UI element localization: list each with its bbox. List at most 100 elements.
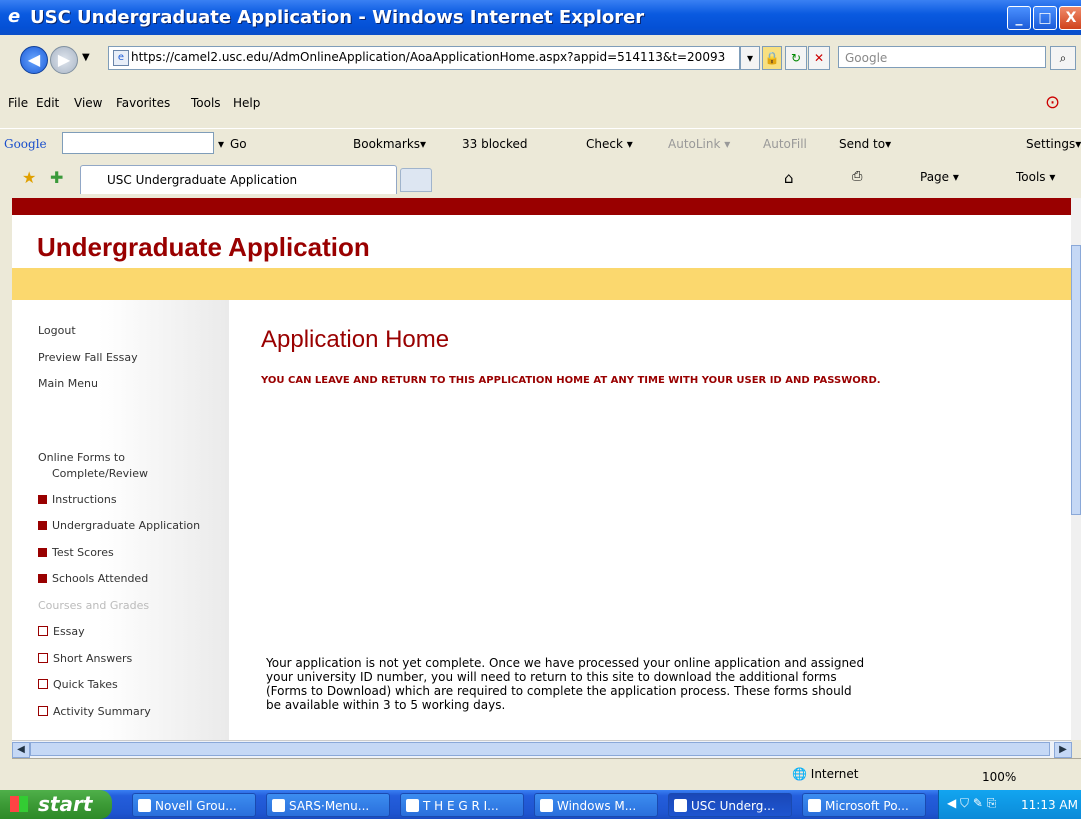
sidebar-item-instructions[interactable]: Instructions: [38, 493, 117, 506]
taskbar-label: Novell Grou...: [155, 799, 237, 813]
taskbar-label: USC Underg...: [691, 799, 775, 813]
sidebar-item-label: Essay: [53, 625, 85, 638]
site-header: Undergraduate Application: [37, 232, 370, 262]
top-red-band: [12, 198, 1071, 215]
autolink-button[interactable]: AutoLink ▾: [668, 137, 730, 151]
incomplete-message: Your application is not yet complete. On…: [266, 656, 865, 712]
menu-tools[interactable]: Tools: [191, 96, 221, 110]
taskbar-microsoft-powerpoint[interactable]: Microsoft Po...: [802, 793, 926, 817]
refresh-button[interactable]: ↻: [785, 46, 807, 70]
back-button[interactable]: ◀: [20, 46, 48, 74]
browser-window: e USC Undergraduate Application - Window…: [0, 0, 1081, 790]
logout-link[interactable]: Logout: [38, 324, 76, 337]
menu-view[interactable]: View: [74, 96, 102, 110]
menu-favorites[interactable]: Favorites: [116, 96, 170, 110]
scroll-right-button[interactable]: ▶: [1054, 742, 1072, 758]
pdf-icon[interactable]: ⊙: [1045, 92, 1060, 113]
clock: 11:13 AM: [1021, 798, 1078, 812]
media-icon: [540, 799, 553, 812]
page-icon: e: [113, 50, 129, 66]
sidebar-item-activity-summary[interactable]: Activity Summary: [38, 705, 151, 718]
return-notice: YOU CAN LEAVE AND RETURN TO THIS APPLICA…: [261, 375, 881, 386]
taskbar-label: Windows M...: [557, 799, 637, 813]
vertical-scroll-thumb[interactable]: [1071, 245, 1081, 515]
powerpoint-icon: [808, 799, 821, 812]
sidebar-item-short-answers[interactable]: Short Answers: [38, 652, 132, 665]
print-icon[interactable]: ⎙: [852, 169, 862, 184]
taskbar-novell[interactable]: Novell Grou...: [132, 793, 256, 817]
menu-edit[interactable]: Edit: [36, 96, 59, 110]
sidebar-item-quick-takes[interactable]: Quick Takes: [38, 678, 118, 691]
globe-icon: 🌐: [792, 767, 807, 781]
start-button[interactable]: start: [0, 790, 112, 819]
google-go-button[interactable]: Go: [230, 137, 247, 151]
autofill-button[interactable]: AutoFill: [763, 137, 807, 151]
sidebar-item-label: Activity Summary: [53, 705, 151, 718]
sidebar-item-undergraduate-application[interactable]: Undergraduate Application: [38, 519, 200, 532]
settings-button[interactable]: Settings▾: [1026, 137, 1081, 151]
minimize-button[interactable]: _: [1007, 6, 1031, 30]
taskbar-label: Microsoft Po...: [825, 799, 909, 813]
popup-blocked-button[interactable]: 33 blocked: [462, 137, 528, 151]
zoom-level[interactable]: 100%: [982, 770, 1016, 784]
yellow-band: [12, 268, 1071, 300]
address-bar[interactable]: e https://camel2.usc.edu/AdmOnlineApplic…: [108, 46, 740, 70]
menu-file[interactable]: File: [8, 96, 28, 110]
taskbar-grid[interactable]: T H E G R I...: [400, 793, 524, 817]
sidebar-item-label: Short Answers: [53, 652, 133, 665]
incomplete-square-icon: [38, 706, 48, 716]
google-search-input[interactable]: [62, 132, 214, 154]
sidebar-item-schools-attended[interactable]: Schools Attended: [38, 572, 148, 585]
google-logo: Google: [4, 137, 47, 151]
page-menu[interactable]: Page ▾: [920, 170, 959, 184]
sidebar-item-label: Undergraduate Application: [52, 519, 201, 532]
tab-bar: ★ ✚ USC Undergraduate Application ⌂ ⎙ Pa…: [0, 160, 1081, 196]
scroll-left-button[interactable]: ◀: [12, 742, 30, 758]
search-input[interactable]: Google: [838, 46, 1046, 68]
page-content: Undergraduate Application Logout Preview…: [12, 198, 1071, 740]
sidebar-item-label: Quick Takes: [53, 678, 118, 691]
close-button[interactable]: X: [1059, 6, 1081, 30]
history-dropdown-icon[interactable]: ▼: [82, 52, 90, 63]
sidebar-item-courses-and-grades: Courses and Grades: [38, 599, 149, 612]
tools-menu[interactable]: Tools ▾: [1016, 170, 1055, 184]
new-tab-button[interactable]: [400, 168, 432, 192]
search-icon[interactable]: ⌕: [1050, 46, 1076, 70]
spell-check-button[interactable]: Check ▾: [586, 137, 633, 151]
ie-logo-icon: e: [8, 6, 21, 27]
send-to-button[interactable]: Send to▾: [839, 137, 891, 151]
sidebar-item-essay[interactable]: Essay: [38, 625, 85, 638]
novell-icon: [138, 799, 151, 812]
completed-square-icon: [38, 574, 47, 583]
incomplete-square-icon: [38, 626, 48, 636]
preview-fall-essay-link[interactable]: Preview Fall Essay: [38, 351, 138, 364]
horizontal-scroll-thumb[interactable]: [30, 742, 1050, 756]
lock-icon[interactable]: 🔒: [762, 46, 782, 70]
menu-help[interactable]: Help: [233, 96, 260, 110]
address-dropdown-button[interactable]: ▾: [740, 46, 760, 70]
bookmarks-button[interactable]: Bookmarks▾: [353, 137, 426, 151]
tray-icons[interactable]: ◀ ⛉ ✎ ⎘: [947, 796, 996, 811]
taskbar-sars[interactable]: SARS·Menu...: [266, 793, 390, 817]
add-favorite-icon[interactable]: ✚: [50, 168, 63, 187]
forward-button[interactable]: ▶: [50, 46, 78, 74]
maximize-button[interactable]: □: [1033, 6, 1057, 30]
completed-square-icon: [38, 521, 47, 530]
home-icon[interactable]: ⌂: [784, 169, 794, 187]
taskbar-label: SARS·Menu...: [289, 799, 370, 813]
taskbar-windows-media[interactable]: Windows M...: [534, 793, 658, 817]
main-menu-link[interactable]: Main Menu: [38, 377, 98, 390]
stop-button[interactable]: ✕: [808, 46, 830, 70]
favorites-star-icon[interactable]: ★: [22, 168, 36, 187]
address-url: https://camel2.usc.edu/AdmOnlineApplicat…: [131, 50, 726, 64]
zone-label: Internet: [810, 767, 859, 781]
sidebar-item-test-scores[interactable]: Test Scores: [38, 546, 114, 559]
taskbar-label: T H E G R I...: [423, 799, 499, 813]
taskbar-usc-application[interactable]: USC Underg...: [668, 793, 792, 817]
google-dropdown-icon[interactable]: ▾: [218, 137, 224, 151]
windows-flag-icon: [10, 796, 28, 812]
sidebar-item-label: Courses and Grades: [38, 599, 150, 612]
sidebar-item-label: Test Scores: [52, 546, 114, 559]
tab-active[interactable]: USC Undergraduate Application: [80, 165, 397, 194]
app-icon: [272, 799, 285, 812]
